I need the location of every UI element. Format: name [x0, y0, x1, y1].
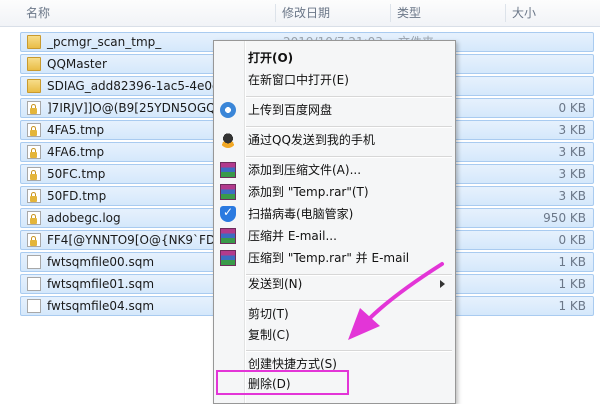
- context-menu: 打开(O) 在新窗口中打开(E) 上传到百度网盘 通过QQ发送到我的手机 添加到…: [213, 40, 456, 404]
- file-size: 0 KB: [558, 101, 586, 115]
- menu-item-label: 添加到压缩文件(A)...: [248, 163, 362, 177]
- folder-icon: [27, 57, 41, 71]
- menu-separator: [246, 350, 452, 352]
- menu-item-open-new-window[interactable]: 在新窗口中打开(E): [214, 69, 455, 91]
- file-icon: [27, 255, 41, 269]
- file-name: _pcmgr_scan_tmp_: [47, 35, 162, 49]
- file-name: ]7IRJV]]O@(B9[25YDN5OGQ.t: [47, 101, 225, 115]
- folder-icon: [27, 35, 41, 49]
- file-icon: [27, 277, 41, 291]
- annotation-arrow-icon: [348, 262, 444, 340]
- file-size: 3 KB: [558, 167, 586, 181]
- menu-item-label: 在新窗口中打开(E): [248, 73, 349, 87]
- winrar-icon: [220, 228, 236, 244]
- menu-item-label: 打开(O): [248, 51, 294, 65]
- menu-item-add-archive[interactable]: 添加到压缩文件(A)...: [214, 159, 455, 181]
- file-name: QQMaster: [47, 57, 107, 71]
- file-name: 4FA5.tmp: [47, 123, 105, 137]
- menu-item-add-temp-rar[interactable]: 添加到 "Temp.rar"(T): [214, 181, 455, 203]
- winrar-icon: [220, 162, 236, 178]
- qq-penguin-icon: [220, 132, 236, 148]
- locked-file-icon: [27, 145, 41, 159]
- winrar-icon: [220, 184, 236, 200]
- baidu-cloud-icon: [220, 102, 236, 118]
- menu-separator: [246, 156, 452, 158]
- file-name: fwtsqmfile01.sqm: [47, 277, 155, 291]
- file-size: 3 KB: [558, 123, 586, 137]
- locked-file-icon: [27, 101, 41, 115]
- file-size: 1 KB: [558, 255, 586, 269]
- file-name: 50FC.tmp: [47, 167, 106, 181]
- locked-file-icon: [27, 233, 41, 247]
- menu-item-scan-virus[interactable]: 扫描病毒(电脑管家): [214, 203, 455, 225]
- column-header-size[interactable]: 大小: [506, 0, 600, 26]
- file-size: 3 KB: [558, 189, 586, 203]
- file-name: FF4[@YNNTO9[O@{NK9`FD%: [47, 233, 227, 247]
- locked-file-icon: [27, 211, 41, 225]
- menu-item-label: 复制(C): [248, 328, 290, 342]
- column-header-date[interactable]: 修改日期: [276, 0, 390, 26]
- menu-item-label: 压缩并 E-mail...: [248, 229, 337, 243]
- menu-item-send-qq[interactable]: 通过QQ发送到我的手机: [214, 129, 455, 151]
- menu-item-upload-baidu[interactable]: 上传到百度网盘: [214, 99, 455, 121]
- column-header-name[interactable]: 名称: [20, 0, 275, 26]
- menu-item-label: 扫描病毒(电脑管家): [248, 207, 354, 221]
- file-size: 1 KB: [558, 277, 586, 291]
- winrar-icon: [220, 250, 236, 266]
- locked-file-icon: [27, 167, 41, 181]
- column-header-bar: 名称 修改日期 类型 大小: [0, 0, 600, 27]
- shield-icon: [220, 205, 236, 222]
- locked-file-icon: [27, 189, 41, 203]
- menu-item-label: 上传到百度网盘: [248, 103, 333, 117]
- menu-item-label: 添加到 "Temp.rar"(T): [248, 185, 369, 199]
- locked-file-icon: [27, 123, 41, 137]
- file-name: fwtsqmfile04.sqm: [47, 299, 155, 313]
- file-name: fwtsqmfile00.sqm: [47, 255, 155, 269]
- file-name: 4FA6.tmp: [47, 145, 105, 159]
- folder-icon: [27, 79, 41, 93]
- delete-highlight-box: [216, 370, 349, 395]
- menu-item-open[interactable]: 打开(O): [214, 47, 455, 69]
- file-size: 1 KB: [558, 299, 586, 313]
- menu-item-label: 通过QQ发送到我的手机: [248, 133, 375, 147]
- menu-separator: [246, 96, 452, 98]
- menu-item-compress-email[interactable]: 压缩并 E-mail...: [214, 225, 455, 247]
- file-name: SDIAG_add82396-1ac5-4e0d-: [47, 79, 224, 93]
- file-size: 0 KB: [558, 233, 586, 247]
- file-name: adobegc.log: [47, 211, 121, 225]
- file-name: 50FD.tmp: [47, 189, 107, 203]
- menu-item-label: 发送到(N): [248, 277, 303, 291]
- file-size: 3 KB: [558, 145, 586, 159]
- column-header-type[interactable]: 类型: [391, 0, 505, 26]
- menu-separator: [246, 126, 452, 128]
- file-size: 950 KB: [543, 211, 586, 225]
- menu-item-label: 剪切(T): [248, 307, 289, 321]
- file-icon: [27, 299, 41, 313]
